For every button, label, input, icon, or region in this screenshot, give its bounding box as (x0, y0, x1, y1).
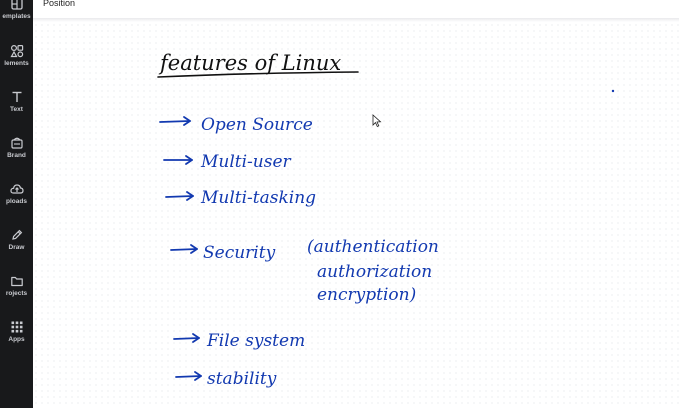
arrow-icon (163, 155, 193, 165)
list-item: Multi-user (200, 152, 292, 172)
arrow-icon (173, 333, 200, 343)
list-item: File system (206, 331, 305, 351)
arrow-icon (159, 116, 191, 126)
security-note-line: (authentication (307, 237, 439, 257)
arrow-icon (170, 244, 198, 254)
arrow-icon (175, 371, 202, 381)
mouse-cursor-icon (372, 114, 382, 128)
list-item: Security (203, 243, 276, 263)
security-note-line: authorization (317, 262, 432, 282)
handwriting-layer: features of Linux Open Source Multi-user… (157, 51, 615, 389)
canvas-title: features of Linux (158, 51, 341, 75)
ink-dot (611, 89, 615, 93)
arrow-icon (165, 191, 194, 201)
list-item: Multi-tasking (200, 188, 316, 208)
list-item: Open Source (201, 115, 313, 135)
list-item: stability (207, 369, 277, 389)
security-note-line: encryption) (317, 285, 416, 305)
